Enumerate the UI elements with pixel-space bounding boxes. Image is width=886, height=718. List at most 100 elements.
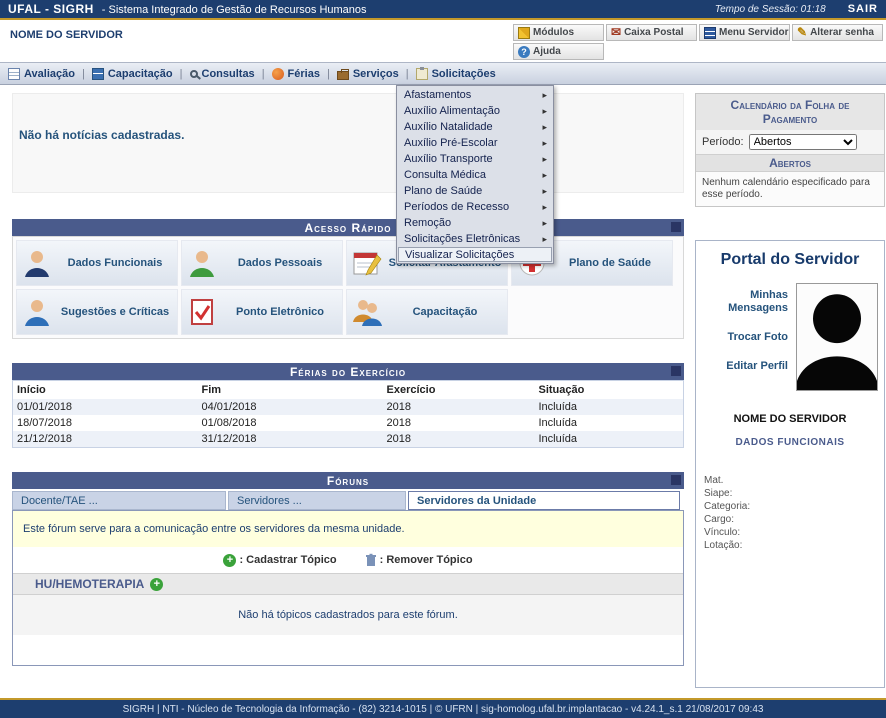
modules-button[interactable]: Módulos: [513, 24, 604, 41]
menu-item-consultas[interactable]: Consultas: [190, 68, 255, 80]
quick-access-sugestoes-criticas[interactable]: Sugestões e Críticas: [16, 289, 178, 335]
quick-access-dados-funcionais[interactable]: Dados Funcionais: [16, 240, 178, 286]
change-password-button-label: Alterar senha: [810, 27, 874, 38]
help-button[interactable]: Ajuda: [513, 43, 604, 60]
dropdown-item-label: Visualizar Solicitações: [405, 249, 514, 261]
ferias-header: Férias do Exercício: [12, 363, 684, 380]
solicitacoes-dropdown: Afastamentos Auxílio Alimentação Auxílio…: [396, 85, 554, 264]
column-header: Fim: [198, 381, 383, 400]
requests-icon: [416, 68, 428, 80]
menu-item-capacitacao[interactable]: Capacitação: [92, 68, 173, 80]
dropdown-item-remocao[interactable]: Remoção: [398, 215, 552, 231]
dropdown-item-solicitacoes-eletronicas[interactable]: Solicitações Eletrônicas: [398, 231, 552, 247]
top-bar: UFAL - SIGRH - Sistema Integrado de Gest…: [0, 0, 886, 20]
add-group-topic-icon[interactable]: [150, 578, 163, 591]
password-icon: [797, 26, 807, 39]
dropdown-item-label: Auxílio Natalidade: [404, 121, 493, 133]
menu-item-avaliacao[interactable]: Avaliação: [8, 68, 75, 80]
cell-situacao: Incluída: [535, 431, 684, 448]
training-menu-icon: [92, 68, 104, 80]
dropdown-item-label: Consulta Médica: [404, 169, 486, 181]
tab-docente-tae[interactable]: Docente/TAE ...: [12, 491, 226, 510]
payroll-calendar-panel: Calendário da Folha de Pagamento Período…: [695, 93, 885, 207]
modules-button-label: Módulos: [533, 27, 574, 38]
cell-exercicio: 2018: [383, 431, 535, 448]
period-row: Período: Abertos: [696, 130, 884, 154]
quick-access-panel: Acesso Rápido Dados Funcionais Dados Pes…: [12, 219, 684, 339]
menu-item-ferias[interactable]: Férias: [272, 68, 320, 80]
menu-item-avaliacao-label: Avaliação: [24, 68, 75, 80]
menu-separator: [406, 68, 409, 80]
portal-profile-row: Minhas Mensagens Trocar Foto Editar Perf…: [696, 283, 884, 391]
header-buttons: Módulos Caixa Postal Menu Servidor Alter…: [512, 23, 884, 61]
column-header: Início: [13, 381, 198, 400]
dropdown-item-auxilio-pre-escolar[interactable]: Auxílio Pré-Escolar: [398, 135, 552, 151]
quick-access-label: Ponto Eletrônico: [222, 306, 338, 319]
help-icon: [518, 46, 530, 58]
dropdown-item-label: Remoção: [404, 217, 451, 229]
ferias-panel: Férias do Exercício Início Fim Exercício…: [12, 363, 684, 448]
quick-access-capacitacao[interactable]: Capacitação: [346, 289, 508, 335]
dropdown-item-label: Afastamentos: [404, 89, 471, 101]
edit-profile-link[interactable]: Editar Perfil: [702, 360, 788, 373]
change-photo-link[interactable]: Trocar Foto: [702, 331, 788, 344]
portal-links: Minhas Mensagens Trocar Foto Editar Perf…: [702, 283, 788, 391]
cell-exercicio: 2018: [383, 399, 535, 415]
table-row: 18/07/2018 01/08/2018 2018 Incluída: [13, 415, 684, 431]
tab-servidores-da-unidade[interactable]: Servidores da Unidade: [408, 491, 680, 510]
session-timer: Tempo de Sessão: 01:18: [715, 4, 826, 15]
dropdown-item-consulta-medica[interactable]: Consulta Médica: [398, 167, 552, 183]
dropdown-item-auxilio-natalidade[interactable]: Auxílio Natalidade: [398, 119, 552, 135]
forum-description: Este fórum serve para a comunicação entr…: [13, 511, 683, 547]
period-label: Período:: [702, 136, 744, 148]
quick-access-label: Capacitação: [387, 306, 503, 319]
main-column: Não há notícias cadastradas. Acesso Rápi…: [12, 85, 684, 688]
forum-padding: [13, 635, 683, 665]
forums-panel: Fóruns Docente/TAE ... Servidores ... Se…: [12, 472, 684, 666]
dropdown-item-label: Auxílio Alimentação: [404, 105, 500, 117]
evaluation-icon: [8, 68, 20, 80]
suggestions-icon: [21, 296, 53, 328]
sidebar: Calendário da Folha de Pagamento Período…: [695, 85, 885, 688]
dropdown-item-periodos-de-recesso[interactable]: Períodos de Recesso: [398, 199, 552, 215]
field-siape: Siape:: [704, 487, 884, 500]
logout-link[interactable]: SAIR: [848, 3, 878, 15]
calendar-empty-message: Nenhum calendário especificado para esse…: [696, 172, 884, 206]
period-select[interactable]: Abertos: [749, 134, 857, 150]
menu-item-solicitacoes[interactable]: Solicitações: [416, 68, 496, 80]
table-row: 01/01/2018 04/01/2018 2018 Incluída: [13, 399, 684, 415]
dropdown-item-auxilio-transporte[interactable]: Auxílio Transporte: [398, 151, 552, 167]
dropdown-item-label: Auxílio Pré-Escolar: [404, 137, 498, 149]
menu-item-consultas-label: Consultas: [202, 68, 255, 80]
modules-icon: [518, 27, 530, 39]
create-topic-action[interactable]: : Cadastrar Tópico: [223, 554, 336, 567]
forum-group-name: HU/HEMOTERAPIA: [35, 577, 144, 591]
table-row: 21/12/2018 31/12/2018 2018 Incluída: [13, 431, 684, 448]
dropdown-item-label: Plano de Saúde: [404, 185, 482, 197]
quick-access-dados-pessoais[interactable]: Dados Pessoais: [181, 240, 343, 286]
calendar-section-header: Abertos: [696, 154, 884, 172]
cell-inicio: 21/12/2018: [13, 431, 198, 448]
dropdown-item-visualizar-solicitacoes[interactable]: Visualizar Solicitações: [398, 247, 552, 262]
create-topic-label: : Cadastrar Tópico: [239, 554, 336, 566]
news-panel: Não há notícias cadastradas.: [12, 93, 684, 193]
dropdown-item-plano-de-saude[interactable]: Plano de Saúde: [398, 183, 552, 199]
menu-servidor-button[interactable]: Menu Servidor: [699, 24, 790, 41]
tab-servidores[interactable]: Servidores ...: [228, 491, 406, 510]
header-strip: NOME DO SERVIDOR Módulos Caixa Postal Me…: [0, 20, 886, 62]
remove-topic-action[interactable]: : Remover Tópico: [365, 553, 473, 567]
ferias-table: Início Fim Exercício Situação 01/01/2018…: [12, 380, 684, 448]
change-password-button[interactable]: Alterar senha: [792, 24, 883, 41]
quick-access-label: Plano de Saúde: [552, 257, 668, 270]
cell-inicio: 18/07/2018: [13, 415, 198, 431]
menu-item-ferias-label: Férias: [288, 68, 320, 80]
dropdown-item-auxilio-alimentacao[interactable]: Auxílio Alimentação: [398, 103, 552, 119]
menu-item-servicos[interactable]: Serviços: [337, 68, 399, 80]
quick-access-ponto-eletronico[interactable]: Ponto Eletrônico: [181, 289, 343, 335]
dropdown-item-afastamentos[interactable]: Afastamentos: [398, 87, 552, 103]
mailbox-button[interactable]: Caixa Postal: [606, 24, 697, 41]
column-header: Situação: [535, 381, 684, 400]
my-messages-link[interactable]: Minhas Mensagens: [702, 289, 788, 315]
menu-separator: [262, 68, 265, 80]
dropdown-item-label: Períodos de Recesso: [404, 201, 509, 213]
